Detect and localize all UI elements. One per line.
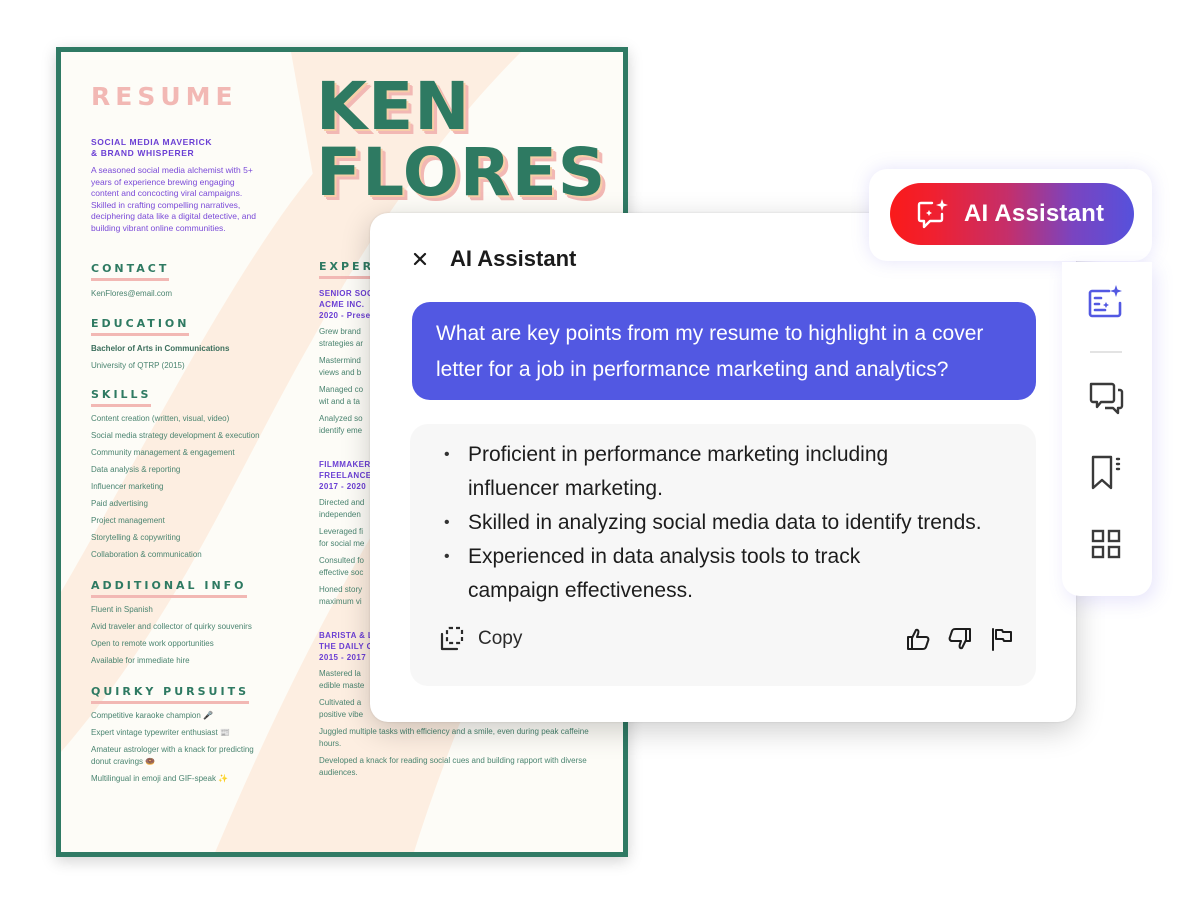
- response-bullet: Skilled in analyzing social media data t…: [444, 506, 982, 540]
- panel-title: AI Assistant: [450, 246, 577, 271]
- quirky-pursuits-list: Competitive karaoke champion 🎤 Expert vin…: [91, 707, 271, 787]
- response-bullet-list: Proficient in performance marketing incl…: [444, 438, 982, 608]
- name-last: FLORES: [316, 134, 607, 211]
- response-bullet-line: Skilled in analyzing social media data t…: [468, 511, 982, 534]
- response-bullet: Experienced in data analysis tools to tr…: [444, 540, 982, 608]
- ai-chat-sparkle-icon: [917, 199, 948, 229]
- resume-name: KEN FLORES: [316, 74, 606, 206]
- skill-item: Storytelling & copywriting: [91, 533, 181, 542]
- skills-section: SKILLS Content creation (written, visual…: [91, 385, 260, 563]
- section-heading: ADDITIONAL INFO: [91, 579, 247, 598]
- additional-info-list: Fluent in Spanish Avid traveler and colle…: [91, 601, 252, 669]
- job-bullet: Developed a knack for reading social cue…: [319, 756, 587, 777]
- copy-label: Copy: [478, 628, 523, 649]
- section-heading: EDUCATION: [91, 317, 190, 336]
- assistant-response-card: Proficient in performance marketing incl…: [410, 424, 1036, 686]
- skill-item: Content creation (written, visual, video…: [91, 414, 230, 423]
- thumbs-down-icon: [948, 628, 971, 650]
- resume-summary: A seasoned social media alchemist with 5…: [91, 165, 256, 233]
- resume-tagline: SOCIAL MEDIA MAVERICK & BRAND WHISPERER: [91, 137, 212, 159]
- ai-assistant-button-label: AI Assistant: [964, 200, 1105, 227]
- generative-summary-icon: [1088, 285, 1122, 318]
- education-degree: Bachelor of Arts in Communications: [91, 344, 230, 353]
- user-message-bubble: What are key points from my resume to hi…: [412, 302, 1036, 400]
- copy-icon: [440, 626, 464, 651]
- flag-button[interactable]: [988, 625, 1016, 653]
- resume-title: RESUME: [91, 82, 238, 111]
- contact-section: CONTACT KenFlores@email.com: [91, 259, 172, 302]
- panel-header: AI Assistant: [410, 246, 576, 272]
- additional-info-item: Open to remote work opportunities: [91, 639, 214, 648]
- skill-item: Collaboration & communication: [91, 550, 202, 559]
- section-heading: SKILLS: [91, 388, 152, 407]
- ai-assistant-launch-card: AI Assistant: [869, 169, 1152, 261]
- additional-info-item: Available for immediate hire: [91, 656, 190, 665]
- thumbs-down-button[interactable]: [946, 625, 974, 653]
- quirky-pursuit-item: Expert vintage typewriter enthusiast 📰: [91, 728, 230, 737]
- response-bullet: Proficient in performance marketing incl…: [444, 438, 982, 506]
- education-school: University of QTRP (2015): [91, 361, 185, 370]
- response-bullet-line: influencer marketing.: [468, 477, 663, 500]
- close-button[interactable]: [410, 249, 430, 269]
- job-bullet: Juggled multiple tasks with efficiency a…: [319, 727, 589, 748]
- tagline-line: & BRAND WHISPERER: [91, 148, 195, 158]
- thumbs-up-icon: [907, 628, 930, 650]
- quirky-pursuit-item: Amateur astrologer with a knack for pred…: [91, 744, 254, 766]
- generative-summary-button[interactable]: [1086, 282, 1126, 322]
- copy-button[interactable]: Copy: [438, 625, 522, 653]
- additional-info-section: ADDITIONAL INFO Fluent in Spanish Avid tr…: [91, 576, 252, 669]
- quirky-pursuit-item: Multilingual in emoji and GIF-speak ✨: [91, 774, 229, 783]
- feedback-controls: [904, 625, 1016, 653]
- flag-icon: [992, 628, 1012, 651]
- ai-assistant-panel: AI Assistant What are key points from my…: [370, 213, 1076, 722]
- thumbs-up-button[interactable]: [904, 625, 932, 653]
- quirky-pursuits-section: QUIRKY PURSUITS Competitive karaoke cham…: [91, 682, 271, 787]
- response-bullet-line: Experienced in data analysis tools to tr…: [468, 545, 861, 568]
- rail-divider: [1090, 351, 1122, 353]
- grid-view-button[interactable]: [1086, 524, 1126, 564]
- skill-item: Project management: [91, 516, 165, 525]
- skill-item: Community management & engagement: [91, 448, 235, 457]
- response-bullet-line: Proficient in performance marketing incl…: [468, 443, 889, 466]
- skill-item: Influencer marketing: [91, 482, 164, 491]
- bookmarks-icon: [1091, 455, 1121, 490]
- education-section: EDUCATION Bachelor of Arts in Communicat…: [91, 314, 229, 374]
- quirky-pursuit-item: Competitive karaoke champion 🎤: [91, 711, 214, 720]
- response-bullet-line: campaign effectiveness.: [468, 579, 693, 602]
- name-first: KEN: [316, 68, 471, 145]
- section-heading: EXPER: [319, 260, 375, 279]
- section-heading: QUIRKY PURSUITS: [91, 685, 250, 704]
- tagline-line: SOCIAL MEDIA MAVERICK: [91, 137, 213, 147]
- section-heading: CONTACT: [91, 262, 170, 281]
- bookmarks-button[interactable]: [1086, 452, 1126, 492]
- side-toolbar: [1062, 262, 1152, 596]
- skill-item: Data analysis & reporting: [91, 465, 181, 474]
- contact-email: KenFlores@email.com: [91, 289, 173, 298]
- additional-info-item: Avid traveler and collector of quirky so…: [91, 622, 252, 631]
- comments-icon: [1089, 382, 1124, 415]
- skills-list: Content creation (written, visual, video…: [91, 410, 260, 563]
- skill-item: Paid advertising: [91, 499, 148, 508]
- additional-info-item: Fluent in Spanish: [91, 605, 153, 614]
- skill-item: Social media strategy development & exec…: [91, 431, 260, 440]
- grid-icon: [1091, 529, 1121, 559]
- comments-button[interactable]: [1086, 378, 1126, 418]
- ai-assistant-button[interactable]: AI Assistant: [890, 183, 1134, 245]
- close-icon: [413, 252, 427, 266]
